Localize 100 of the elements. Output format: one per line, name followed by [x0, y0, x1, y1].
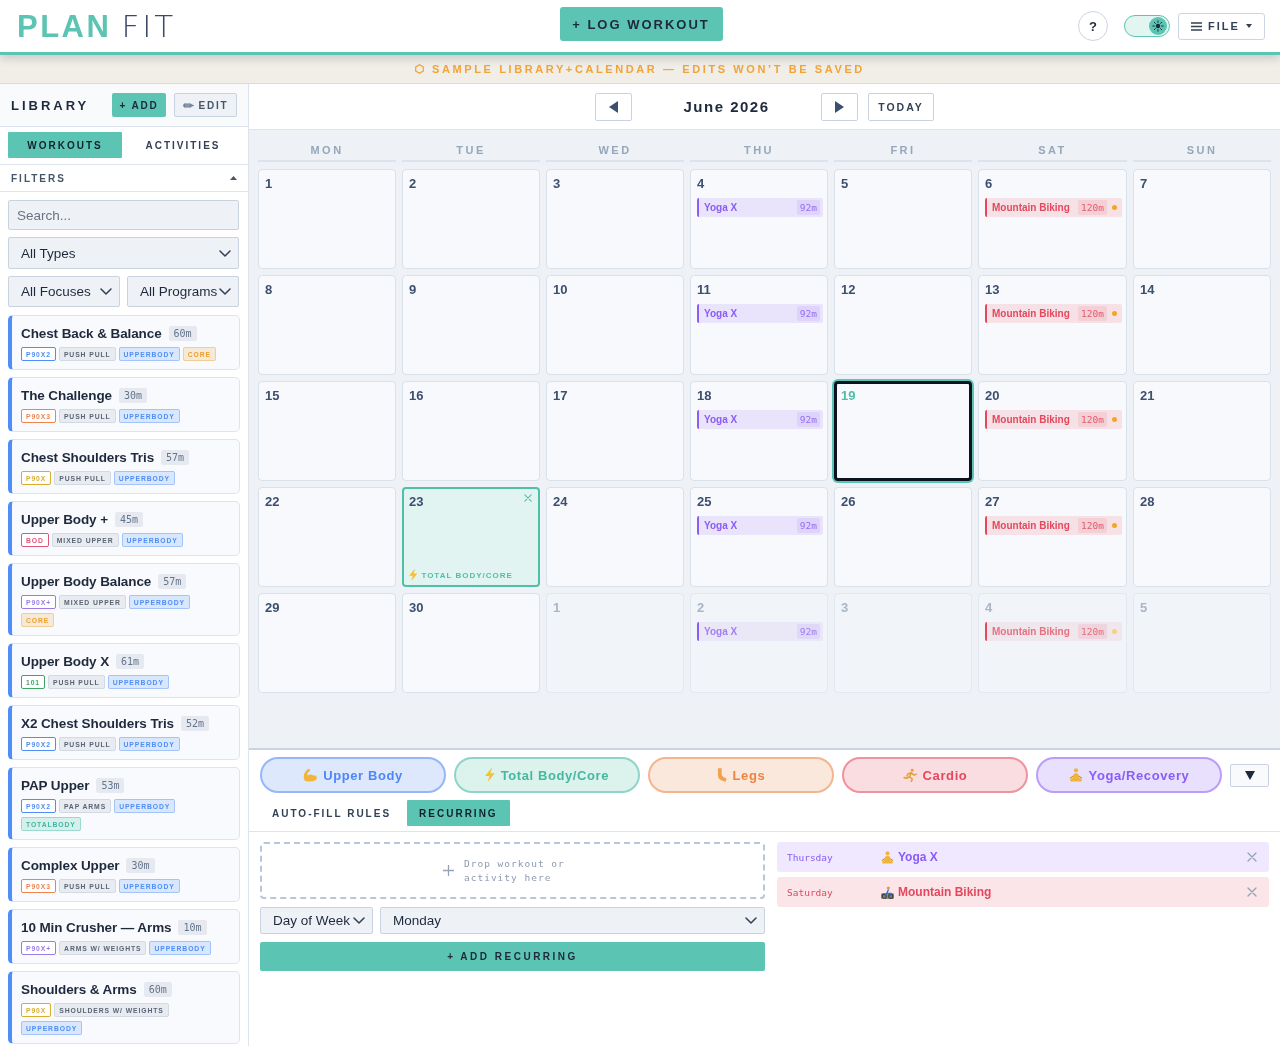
type-select[interactable]: All Types [8, 237, 239, 269]
workout-title: PAP Upper [21, 777, 90, 793]
day-cell[interactable]: 13 Mountain Biking 120m [978, 275, 1127, 375]
day-cell[interactable]: 29 [258, 593, 396, 693]
calendar-event[interactable]: Yoga X 92m [697, 410, 823, 429]
dropdown-button[interactable] [1230, 763, 1269, 787]
day-cell[interactable]: 25 Yoga X 92m [690, 487, 828, 587]
day-cell[interactable]: 12 [834, 275, 972, 375]
workout-title: Upper Body + [21, 511, 108, 527]
event-title: Mountain Biking [992, 308, 1071, 319]
event-title: Mountain Biking [992, 520, 1071, 531]
previous-month-button[interactable] [595, 92, 632, 121]
day-cell[interactable]: 16 [402, 381, 540, 481]
workout-title: 10 Min Crusher — Arms [21, 919, 172, 935]
workout-title: Complex Upper [21, 857, 120, 873]
day-cell[interactable]: 9 [402, 275, 540, 375]
day-number: 2 [697, 600, 705, 616]
event-duration: 120m [1078, 624, 1107, 639]
leg-icon [716, 768, 727, 782]
weekday-label: WED [546, 139, 684, 162]
day-cell[interactable]: 15 [258, 381, 396, 481]
hexagon-icon [415, 64, 425, 74]
log-workout-button[interactable]: + LOG WORKOUT [559, 7, 723, 41]
cyclist-icon [881, 885, 894, 899]
day-number: 12 [841, 282, 856, 298]
day-cell[interactable]: 22 [258, 487, 396, 587]
add-recurring-button[interactable]: + ADD RECURRING [260, 942, 765, 971]
day-number: 24 [553, 494, 568, 510]
theme-toggle[interactable] [1124, 15, 1170, 37]
day-cell[interactable]: 10 [546, 275, 684, 375]
banner-text: SAMPLE LIBRARY+CALENDAR — EDITS WON’T BE SAVED [432, 63, 865, 75]
day-cell[interactable]: 14 [1133, 275, 1271, 375]
caret-up-icon[interactable] [230, 176, 237, 180]
day-cell[interactable]: 26 [834, 487, 972, 587]
day-number: 1 [265, 176, 273, 192]
close-icon [1247, 852, 1257, 862]
day-cell[interactable]: 17 [546, 381, 684, 481]
focus-select[interactable]: All Focuses [8, 276, 120, 307]
rule-day: Saturday [787, 886, 877, 898]
today-button[interactable]: TODAY [868, 92, 934, 121]
panel-tab[interactable]: AUTO-FILL RULES [260, 800, 404, 826]
triangle-down-icon [1244, 770, 1255, 780]
day-cell[interactable]: 30 [402, 593, 540, 693]
logo-bold-word: PLAN [17, 10, 112, 42]
duration-badge: 30m [126, 857, 155, 873]
day-number: 13 [985, 282, 1000, 298]
event-duration: 120m [1078, 306, 1107, 321]
day-number: 1 [553, 600, 561, 616]
triangle-right-icon [835, 100, 844, 113]
duration-badge: 57m [158, 573, 187, 589]
duration-badge: 61m [116, 653, 145, 669]
duration-badge: 57m [161, 449, 190, 465]
day-cell[interactable]: 20 Mountain Biking 120m [978, 381, 1127, 481]
period-select[interactable]: Day of Week [260, 907, 373, 934]
edit-button[interactable]: EDIT [174, 93, 237, 117]
event-duration: 92m [796, 518, 820, 533]
library-tab[interactable]: ACTIVITIES [126, 132, 240, 158]
program-select[interactable]: All Programs [127, 276, 239, 307]
library-tab[interactable]: WORKOUTS [8, 132, 122, 158]
pencil-icon [182, 101, 194, 109]
search-field[interactable]: Search... [8, 200, 239, 230]
event-title: Mountain Biking [992, 202, 1071, 213]
day-number: 18 [697, 388, 712, 404]
day-cell[interactable]: 7 [1133, 169, 1271, 269]
help-button[interactable]: ? [1078, 11, 1108, 41]
add-button[interactable]: + ADD [112, 93, 166, 117]
day-cell[interactable]: 11 Yoga X 92m [690, 275, 828, 375]
panel-tab[interactable]: RECURRING [407, 800, 510, 826]
logo-thin-word: FIT [121, 10, 177, 42]
meditation-icon [881, 850, 894, 864]
day-cell[interactable]: 18 Yoga X 92m [690, 381, 828, 481]
calendar-event[interactable]: Yoga X 92m [697, 516, 823, 535]
day-cell[interactable]: 21 [1133, 381, 1271, 481]
day-cell[interactable]: 4 Yoga X 92m [690, 169, 828, 269]
day-number: 17 [553, 388, 568, 404]
day-cell[interactable]: 27 Mountain Biking 120m [978, 487, 1127, 587]
day-cell[interactable]: 1 [258, 169, 396, 269]
meditation-icon [1068, 768, 1083, 782]
workout-title: X2 Chest Shoulders Tris [21, 715, 174, 731]
day-cell[interactable]: 5 [834, 169, 972, 269]
day-cell[interactable]: 23 TOTAL BODY/CORE [402, 487, 540, 587]
day-cell[interactable]: 6 Mountain Biking 120m [978, 169, 1127, 269]
calendar-event[interactable]: Yoga X 92m [697, 198, 823, 217]
day-cell[interactable]: 2 [402, 169, 540, 269]
day-number: 22 [265, 494, 280, 510]
day-number: 3 [841, 600, 849, 616]
day-number: 4 [985, 600, 993, 616]
weekday-label: MON [258, 139, 396, 162]
calendar-event[interactable]: Yoga X 92m [697, 304, 823, 323]
next-month-button[interactable] [821, 92, 858, 121]
duration-badge: 45m [114, 511, 143, 527]
day-cell[interactable]: 8 [258, 275, 396, 375]
file-menu-button[interactable]: FILE [1178, 12, 1265, 40]
day-cell[interactable]: 24 [546, 487, 684, 587]
day-cell[interactable]: 3 [546, 169, 684, 269]
workout-title: Chest Back & Balance [21, 325, 162, 341]
day-cell[interactable]: 28 [1133, 487, 1271, 587]
chevron-down-icon [100, 288, 112, 295]
event-duration: 92m [796, 412, 820, 427]
day-select[interactable]: Monday [380, 907, 765, 934]
